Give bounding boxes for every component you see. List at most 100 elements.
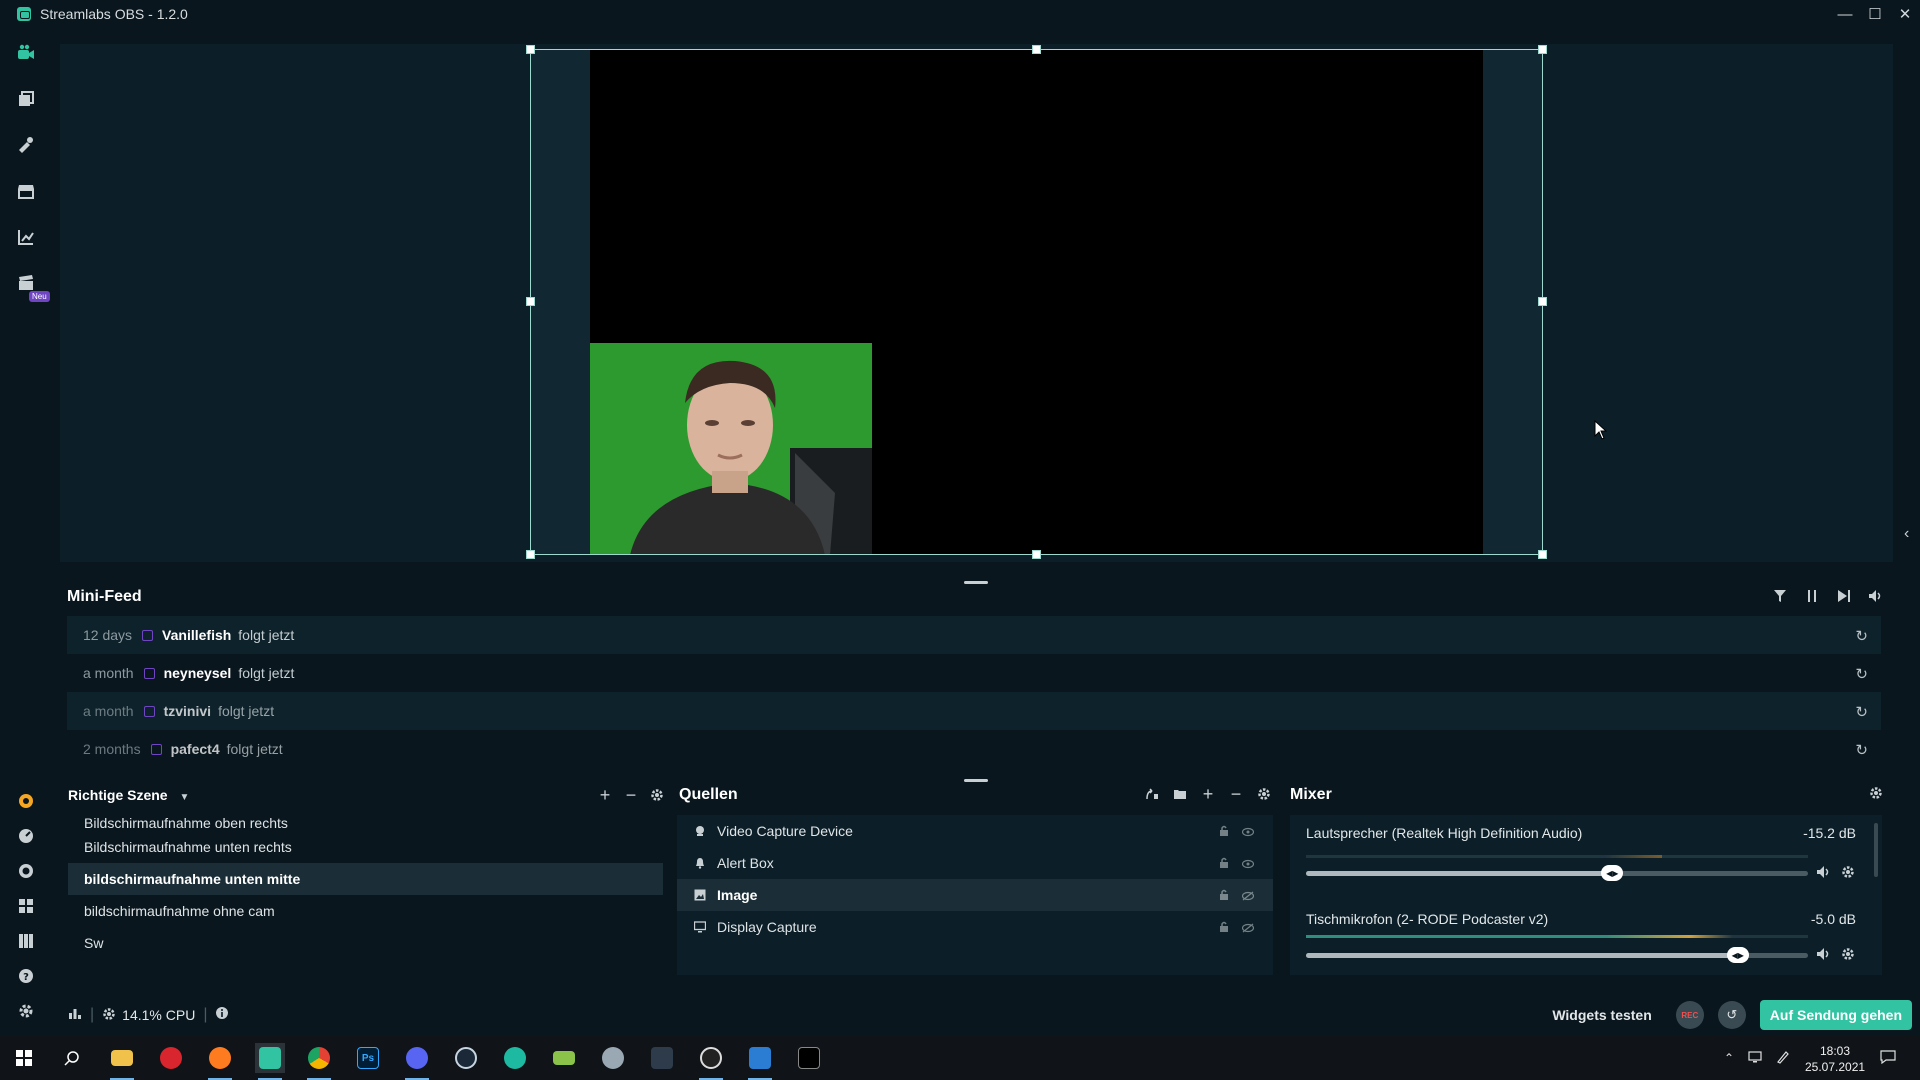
hidden-eye-icon[interactable] <box>1241 888 1255 904</box>
taskbar-clock[interactable]: 18:03 25.07.2021 <box>1805 1043 1865 1075</box>
nav-layers-icon[interactable] <box>15 88 37 110</box>
nav-layout-icon[interactable] <box>15 930 37 952</box>
scene-collection-dropdown[interactable]: Richtige Szene ▼ <box>68 787 189 803</box>
replay-buffer-button[interactable]: ↺ <box>1717 1001 1746 1029</box>
discord-icon[interactable] <box>402 1043 432 1080</box>
info-icon[interactable] <box>215 1006 229 1025</box>
resize-handle-right[interactable] <box>1538 297 1547 306</box>
speaker-icon[interactable] <box>1816 947 1832 963</box>
scene-item[interactable]: Bildschirmaufnahme unten rechts <box>68 831 663 863</box>
volume-slider[interactable]: ◀▶ <box>1306 865 1808 881</box>
source-settings-icon[interactable] <box>1256 786 1272 802</box>
nav-apps-icon[interactable] <box>15 895 37 917</box>
tray-chevron-up-icon[interactable]: ⌃ <box>1724 1051 1734 1065</box>
unlock-icon[interactable] <box>1219 888 1229 904</box>
skip-icon[interactable] <box>1836 588 1852 604</box>
source-item[interactable]: Alert Box <box>677 847 1273 879</box>
source-group-icon[interactable] <box>1144 786 1160 802</box>
replay-alert-icon[interactable]: ↻ <box>1855 741 1868 759</box>
lock-icon[interactable] <box>1219 920 1229 936</box>
scene-canvas[interactable] <box>526 45 1547 559</box>
steam-icon[interactable] <box>451 1043 481 1073</box>
replay-alert-icon[interactable]: ↻ <box>1855 665 1868 683</box>
resize-grip-middle[interactable] <box>964 779 988 782</box>
maximize-button[interactable]: ☐ <box>1860 0 1890 28</box>
opera-icon[interactable] <box>156 1043 186 1073</box>
remove-scene-icon[interactable]: − <box>623 785 639 805</box>
nav-store-icon[interactable] <box>15 180 37 202</box>
nav-editor-icon[interactable] <box>15 42 37 64</box>
scene-item[interactable]: Sw <box>68 927 663 959</box>
filter-icon[interactable] <box>1772 588 1788 604</box>
pause-icon[interactable] <box>1804 588 1820 604</box>
photoshop-icon[interactable]: Ps <box>353 1043 383 1073</box>
slider-knob[interactable]: ◀▶ <box>1726 947 1749 963</box>
add-folder-icon[interactable] <box>1172 786 1188 802</box>
scene-settings-icon[interactable] <box>649 787 665 803</box>
rocket-app-icon[interactable] <box>598 1043 628 1073</box>
search-icon[interactable] <box>57 1043 87 1073</box>
file-explorer-icon[interactable] <box>107 1043 137 1080</box>
resize-handle-bottom[interactable] <box>1032 550 1041 559</box>
remove-source-icon[interactable]: − <box>1228 784 1244 804</box>
close-button[interactable]: ✕ <box>1890 0 1920 28</box>
channel-settings-icon[interactable] <box>1841 947 1857 963</box>
add-source-icon[interactable]: + <box>1200 784 1216 804</box>
obs-icon[interactable] <box>696 1043 726 1080</box>
resize-handle-top-right[interactable] <box>1538 45 1547 54</box>
mixer-scrollbar[interactable] <box>1874 823 1878 877</box>
visibility-eye-icon[interactable] <box>1241 824 1255 840</box>
add-scene-icon[interactable]: + <box>597 785 613 805</box>
nav-prime-icon[interactable] <box>15 790 37 812</box>
minimize-button[interactable]: — <box>1830 0 1860 28</box>
pen-icon[interactable] <box>1776 1050 1790 1067</box>
lock-icon[interactable] <box>1219 824 1229 840</box>
collapse-panel-chevron-icon[interactable]: ‹ <box>1904 525 1909 543</box>
volume-slider[interactable]: ◀▶ <box>1306 947 1808 963</box>
performance-chart-icon[interactable] <box>68 1006 82 1025</box>
music-app-icon[interactable] <box>500 1043 530 1073</box>
channel-settings-icon[interactable] <box>1841 865 1857 881</box>
notifications-icon[interactable] <box>1880 1049 1896 1067</box>
resize-handle-top[interactable] <box>1032 45 1041 54</box>
visibility-eye-icon[interactable] <box>1241 856 1255 872</box>
nav-themes-icon[interactable] <box>15 134 37 156</box>
layers-app-icon[interactable] <box>549 1043 579 1073</box>
windows-start-icon[interactable] <box>9 1043 39 1073</box>
replay-alert-icon[interactable]: ↻ <box>1855 627 1868 645</box>
go-live-button[interactable]: Auf Sendung gehen <box>1759 1000 1912 1030</box>
word-icon[interactable] <box>745 1043 775 1080</box>
davinci-icon[interactable] <box>647 1043 677 1073</box>
terminal-icon[interactable] <box>794 1043 824 1073</box>
slider-knob[interactable]: ◀▶ <box>1601 865 1624 881</box>
network-icon[interactable] <box>1748 1050 1762 1066</box>
volume-icon[interactable] <box>1868 588 1884 604</box>
lock-icon[interactable] <box>1219 856 1229 872</box>
studio-preview[interactable] <box>60 44 1893 562</box>
nav-analytics-icon[interactable] <box>15 226 37 248</box>
scene-item[interactable]: bildschirmaufnahme ohne cam <box>68 895 663 927</box>
source-item[interactable]: Display Capture <box>677 911 1273 943</box>
resize-grip-top[interactable] <box>964 581 988 584</box>
record-button[interactable]: REC <box>1675 1001 1704 1029</box>
nav-settings-icon[interactable] <box>15 1000 37 1022</box>
streamlabs-taskbar-icon[interactable] <box>255 1043 285 1080</box>
test-widgets-button[interactable]: Widgets testen <box>1552 1007 1651 1023</box>
firefox-icon[interactable] <box>205 1043 235 1080</box>
hidden-eye-icon[interactable] <box>1241 920 1255 936</box>
resize-handle-top-left[interactable] <box>526 45 535 54</box>
mixer-settings-icon[interactable] <box>1869 786 1883 805</box>
nav-chat-icon[interactable] <box>15 860 37 882</box>
replay-alert-icon[interactable]: ↻ <box>1855 703 1868 721</box>
nav-help-icon[interactable]: ? <box>15 965 37 987</box>
source-item[interactable]: Video Capture Device <box>677 815 1273 847</box>
speaker-icon[interactable] <box>1816 865 1832 881</box>
resize-handle-bottom-right[interactable] <box>1538 550 1547 559</box>
nav-dashboard-icon[interactable] <box>15 825 37 847</box>
scene-item-active[interactable]: bildschirmaufnahme unten mitte <box>68 863 663 895</box>
scene-item[interactable]: Bildschirmaufnahme oben rechts <box>68 815 663 831</box>
resize-handle-bottom-left[interactable] <box>526 550 535 559</box>
selection-bounding-box[interactable] <box>530 49 1543 555</box>
resize-handle-left[interactable] <box>526 297 535 306</box>
source-item-active[interactable]: Image <box>677 879 1273 911</box>
